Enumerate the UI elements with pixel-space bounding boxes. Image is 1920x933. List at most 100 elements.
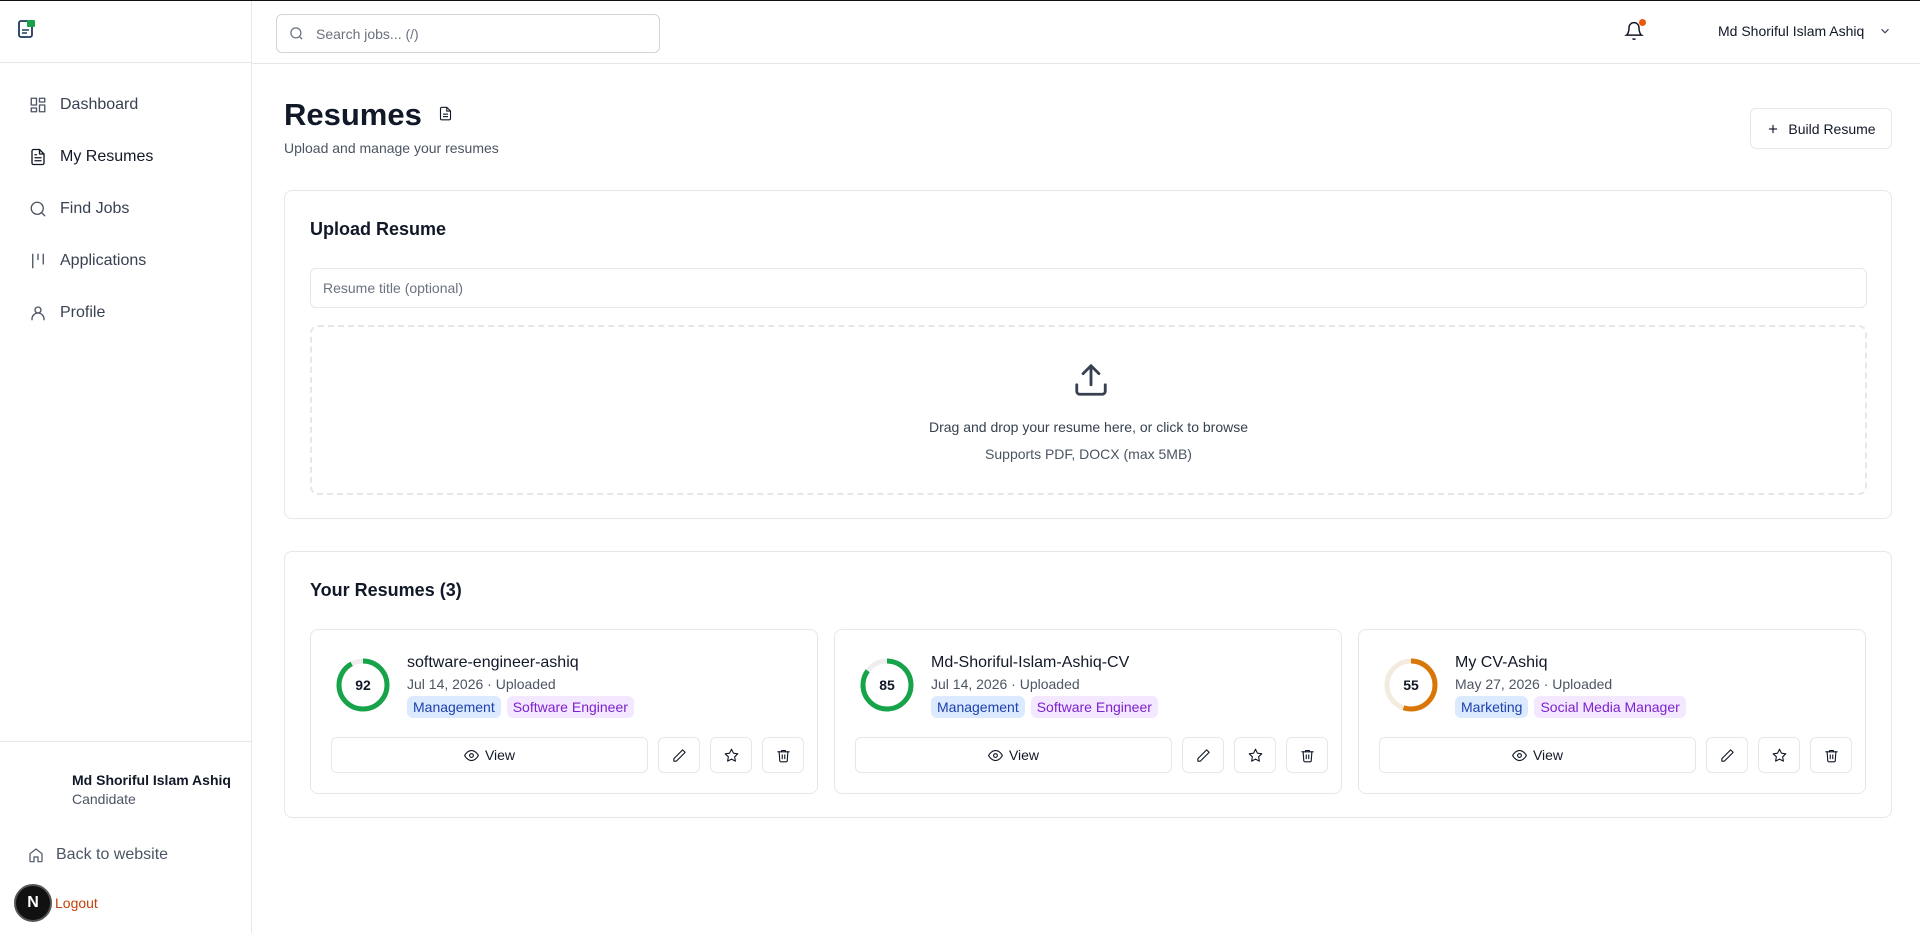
resume-title-input[interactable]: [310, 268, 1867, 308]
sidebar-item-find-jobs[interactable]: Find Jobs: [0, 183, 251, 235]
sidebar-item-label: Dashboard: [60, 96, 139, 113]
back-to-website-label: Back to website: [56, 846, 169, 863]
resume-dropzone[interactable]: Drag and drop your resume here, or click…: [310, 325, 1867, 495]
star-icon: [1248, 748, 1262, 762]
resume-tag: Management: [931, 696, 1025, 718]
edit-resume-button[interactable]: [658, 737, 700, 773]
user-icon: [29, 304, 47, 322]
resume-card: 55 My CV-Ashiq May 27, 2026 · Uploaded M…: [1358, 629, 1866, 794]
dropzone-support-text: Supports PDF, DOCX (max 5MB): [985, 446, 1192, 462]
resume-actions: View: [855, 737, 1328, 773]
pencil-icon: [1196, 748, 1210, 762]
your-resumes-card: Your Resumes (3) 92 software-engineer-as…: [284, 551, 1892, 818]
logout-row: N Logout: [14, 884, 98, 922]
logout-button[interactable]: Logout: [55, 895, 98, 911]
eye-icon: [1511, 749, 1527, 761]
resume-name: software-engineer-ashiq: [407, 654, 579, 671]
resume-meta: Jul 14, 2026 · Uploaded: [931, 676, 1080, 692]
notifications-button[interactable]: [1624, 19, 1646, 43]
view-resume-button[interactable]: View: [855, 737, 1172, 773]
your-resumes-title: Your Resumes (3): [310, 580, 462, 600]
delete-resume-button[interactable]: [762, 737, 804, 773]
view-label: View: [484, 747, 516, 763]
page-subtitle: Upload and manage your resumes: [284, 140, 499, 156]
sidebar-item-profile[interactable]: Profile: [0, 287, 251, 339]
star-resume-button[interactable]: [1234, 737, 1276, 773]
build-resume-button[interactable]: Build Resume: [1750, 108, 1892, 149]
star-resume-button[interactable]: [1758, 737, 1800, 773]
resume-meta: May 27, 2026 · Uploaded: [1455, 676, 1613, 692]
search-input[interactable]: [316, 25, 636, 42]
resume-tag: Software Engineer: [506, 696, 634, 718]
resume-card: 85 Md-Shoriful-Islam-Ashiq-CV Jul 14, 20…: [834, 629, 1342, 794]
star-resume-button[interactable]: [710, 737, 752, 773]
edit-resume-button[interactable]: [1182, 737, 1224, 773]
topbar: Md Shoriful Islam Ashiq: [252, 1, 1920, 64]
sidebar-nav: Dashboard My Resumes Find Jobs Applicati…: [0, 63, 251, 339]
upload-icon: [1072, 361, 1110, 404]
user-menu-button[interactable]: Md Shoriful Islam Ashiq: [1718, 23, 1892, 39]
dev-tools-badge[interactable]: N: [14, 884, 52, 922]
pencil-icon: [672, 748, 686, 762]
plus-icon: [1769, 124, 1778, 133]
trash-icon: [1824, 749, 1838, 762]
dropzone-instruction: Drag and drop your resume here, or click…: [928, 419, 1249, 435]
kanban-icon: [29, 252, 47, 270]
edit-resume-button[interactable]: [1706, 737, 1748, 773]
resume-tags: Management Software Engineer: [931, 696, 1158, 718]
upload-resume-card: Upload Resume Drag and drop your resume …: [284, 190, 1892, 519]
page-title: Resumes: [284, 97, 422, 132]
star-icon: [724, 748, 738, 762]
resume-meta: Jul 14, 2026 · Uploaded: [407, 676, 556, 692]
resume-score-ring: 55: [1383, 657, 1439, 713]
resume-tags: Marketing Social Media Manager: [1455, 696, 1686, 718]
file-icon: [29, 148, 47, 166]
sidebar-item-label: Applications: [60, 252, 147, 269]
home-icon: [29, 848, 43, 863]
resume-name: Md-Shoriful-Islam-Ashiq-CV: [931, 654, 1130, 671]
app-logo-icon[interactable]: [18, 19, 36, 44]
eye-icon: [987, 749, 1003, 761]
logo-row: [0, 1, 251, 63]
trash-icon: [1300, 749, 1314, 762]
resume-actions: View: [331, 737, 804, 773]
star-icon: [1772, 748, 1786, 762]
sidebar-item-label: Find Jobs: [60, 200, 130, 217]
sidebar-user-role: Candidate: [72, 791, 136, 807]
view-resume-button[interactable]: View: [331, 737, 648, 773]
delete-resume-button[interactable]: [1810, 737, 1852, 773]
view-resume-button[interactable]: View: [1379, 737, 1696, 773]
sidebar-item-label: Profile: [60, 304, 106, 321]
resume-list: 92 software-engineer-ashiq Jul 14, 2026 …: [310, 629, 1866, 794]
resume-score: 55: [1403, 677, 1419, 693]
sidebar-item-dashboard[interactable]: Dashboard: [0, 79, 251, 131]
eye-icon: [463, 749, 479, 761]
sidebar-user: Md Shoriful Islam Ashiq Candidate: [0, 742, 251, 807]
notification-dot: [1639, 19, 1646, 26]
resume-score-ring: 92: [335, 657, 391, 713]
delete-resume-button[interactable]: [1286, 737, 1328, 773]
resume-tag: Software Engineer: [1030, 696, 1158, 718]
trash-icon: [776, 749, 790, 762]
sidebar-item-applications[interactable]: Applications: [0, 235, 251, 287]
back-to-website-link[interactable]: Back to website: [28, 846, 168, 864]
resume-actions: View: [1379, 737, 1852, 773]
grid-icon: [29, 96, 47, 114]
chevron-down-icon: [1881, 28, 1890, 34]
build-resume-label: Build Resume: [1788, 120, 1876, 137]
resume-card: 92 software-engineer-ashiq Jul 14, 2026 …: [310, 629, 818, 794]
pencil-icon: [1720, 748, 1734, 762]
search-icon: [29, 200, 47, 218]
resume-score: 92: [355, 677, 371, 693]
resume-name: My CV-Ashiq: [1455, 654, 1548, 671]
resume-tags: Management Software Engineer: [407, 696, 634, 718]
main-content: Resumes Upload and manage your resumes B…: [284, 64, 1892, 818]
sidebar-item-my-resumes[interactable]: My Resumes: [0, 131, 251, 183]
upload-resume-title: Upload Resume: [310, 219, 447, 239]
resume-tag: Marketing: [1455, 696, 1529, 718]
resume-score-ring: 85: [859, 657, 915, 713]
search-box: [276, 14, 660, 53]
view-label: View: [1008, 747, 1040, 763]
user-menu-name: Md Shoriful Islam Ashiq: [1718, 23, 1865, 39]
sidebar-item-label: My Resumes: [60, 148, 154, 165]
